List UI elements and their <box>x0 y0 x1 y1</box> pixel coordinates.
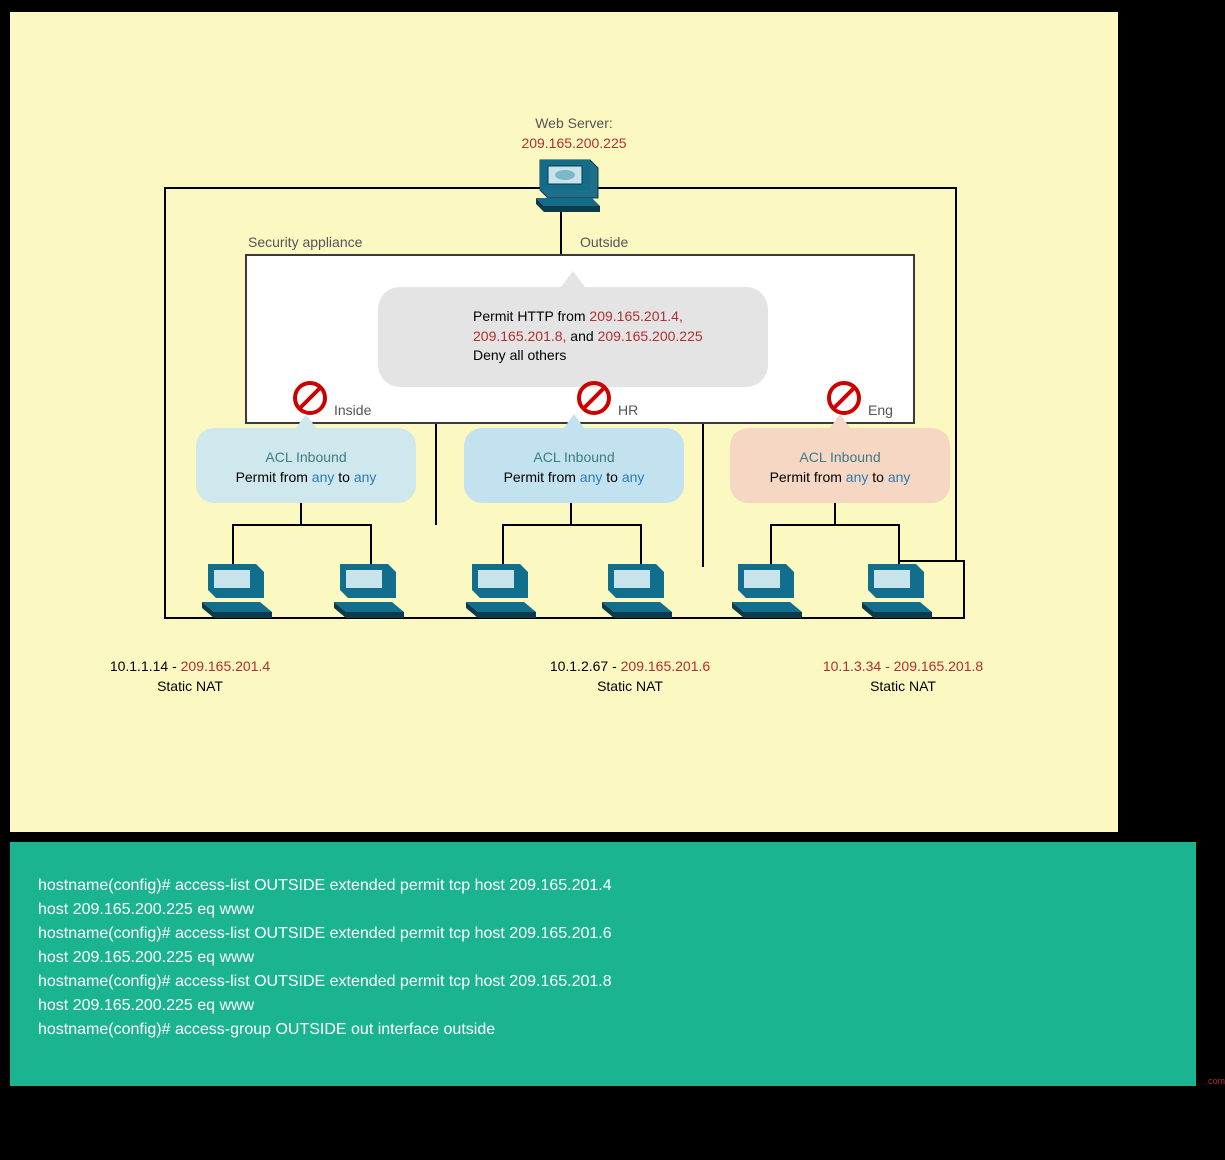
info-l2a: 209.165.201.8, <box>473 328 566 344</box>
nat-label-1: 10.1.1.14 - 209.165.201.4 Static NAT <box>90 657 290 696</box>
wire <box>770 524 900 526</box>
nat-static: Static NAT <box>870 678 936 694</box>
wire <box>232 524 372 526</box>
acl-permit: Permit from <box>504 469 580 485</box>
pc-icon <box>332 558 412 630</box>
acl-to: to <box>868 469 887 485</box>
code-line: host 209.165.200.225 eq www <box>38 946 1168 970</box>
code-line: hostname(config)# access-list OUTSIDE ex… <box>38 970 1168 994</box>
server-icon <box>530 152 600 222</box>
acl-any: any <box>846 469 869 485</box>
nat2b: 209.165.201.6 <box>621 658 711 674</box>
pc-icon <box>200 558 280 630</box>
info-l3: Deny all others <box>473 346 768 366</box>
info-l1b: 209.165.201.4, <box>589 308 682 324</box>
nat-label-2: 10.1.2.67 - 209.165.201.6 Static NAT <box>530 657 730 696</box>
pc-icon <box>464 558 544 630</box>
prohibit-icon <box>290 378 330 418</box>
eng-label: Eng <box>868 402 893 418</box>
info-l2b: and <box>566 328 597 344</box>
wire <box>702 422 704 567</box>
prohibit-icon <box>824 378 864 418</box>
nat2a: 10.1.2.67 - <box>550 658 621 674</box>
acl-to: to <box>602 469 621 485</box>
inside-label: Inside <box>334 402 371 418</box>
acl-hr-callout: ACL Inbound Permit from any to any <box>464 428 684 503</box>
nat3b: 209.165.201.8 <box>894 658 984 674</box>
wire <box>435 422 437 525</box>
info-l1a: Permit HTTP from <box>473 308 589 324</box>
pc-icon <box>860 558 940 630</box>
wire <box>963 560 965 617</box>
permit-info-callout: Permit HTTP from 209.165.201.4, 209.165.… <box>378 287 768 387</box>
acl-heading: ACL Inbound <box>730 448 950 468</box>
wire <box>502 524 642 526</box>
acl-any2: any <box>622 469 645 485</box>
footer-text: .com <box>1205 1076 1225 1086</box>
info-l2c: 209.165.200.225 <box>598 328 703 344</box>
code-line: host 209.165.200.225 eq www <box>38 898 1168 922</box>
wire <box>164 187 166 617</box>
prohibit-icon <box>574 378 614 418</box>
security-appliance-label: Security appliance <box>248 234 362 250</box>
wire <box>164 617 965 619</box>
code-line: hostname(config)# access-list OUTSIDE ex… <box>38 874 1168 898</box>
wire <box>955 187 957 561</box>
acl-to: to <box>334 469 353 485</box>
acl-inside-callout: ACL Inbound Permit from any to any <box>196 428 416 503</box>
acl-heading: ACL Inbound <box>196 448 416 468</box>
acl-heading: ACL Inbound <box>464 448 684 468</box>
nat-label-3: 10.1.3.34 - 209.165.201.8 Static NAT <box>803 657 1003 696</box>
nat1a: 10.1.1.14 - <box>110 658 181 674</box>
webserver-label: Web Server: 209.165.200.225 <box>10 114 1138 153</box>
pc-icon <box>730 558 810 630</box>
code-line: hostname(config)# access-group OUTSIDE o… <box>38 1018 1168 1042</box>
acl-permit: Permit from <box>236 469 312 485</box>
code-panel: hostname(config)# access-list OUTSIDE ex… <box>10 842 1196 1086</box>
webserver-ip: 209.165.200.225 <box>521 135 626 151</box>
webserver-title: Web Server: <box>535 115 613 131</box>
code-line: host 209.165.200.225 eq www <box>38 994 1168 1018</box>
nat3a: 10.1.3.34 - <box>823 658 894 674</box>
diagram-panel: Web Server: 209.165.200.225 Security app… <box>10 12 1118 832</box>
acl-any: any <box>580 469 603 485</box>
pc-icon <box>600 558 680 630</box>
acl-permit: Permit from <box>770 469 846 485</box>
hr-label: HR <box>618 402 638 418</box>
code-line: hostname(config)# access-list OUTSIDE ex… <box>38 922 1168 946</box>
acl-any: any <box>312 469 335 485</box>
nat-static: Static NAT <box>597 678 663 694</box>
nat-static: Static NAT <box>157 678 223 694</box>
acl-any2: any <box>888 469 911 485</box>
acl-any2: any <box>354 469 377 485</box>
acl-eng-callout: ACL Inbound Permit from any to any <box>730 428 950 503</box>
outside-label: Outside <box>580 234 628 250</box>
nat1b: 209.165.201.4 <box>181 658 271 674</box>
